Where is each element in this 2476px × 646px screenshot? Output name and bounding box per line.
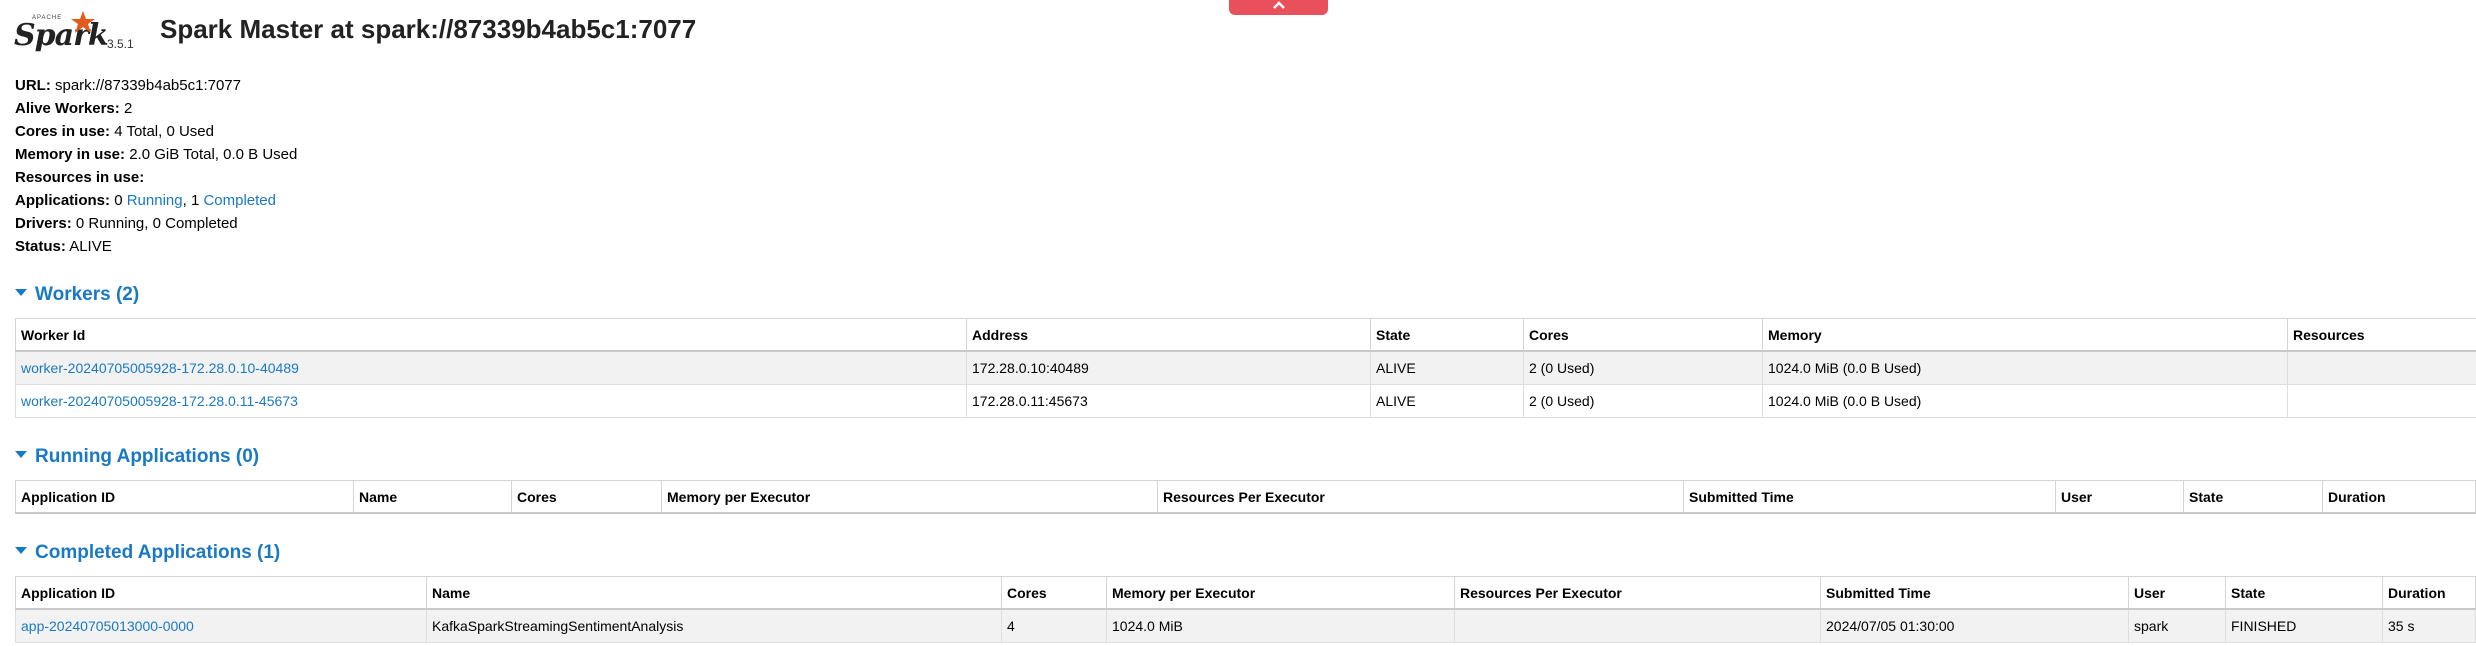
running-apps-section-toggle[interactable]: Running Applications (0) bbox=[15, 446, 259, 468]
workers-section-toggle[interactable]: Workers (2) bbox=[15, 284, 139, 306]
worker-memory: 1024.0 MiB (0.0 B Used) bbox=[1762, 350, 2288, 385]
worker-cores: 2 (0 Used) bbox=[1523, 384, 1763, 418]
column-header[interactable]: Duration bbox=[2382, 576, 2476, 610]
worker-address: 172.28.0.10:40489 bbox=[966, 350, 1371, 385]
column-header[interactable]: Name bbox=[426, 576, 1002, 610]
worker-state: ALIVE bbox=[1370, 350, 1524, 385]
table-header-row: Worker Id Address State Cores Memory Res… bbox=[15, 318, 2476, 352]
running-apps-heading: Running Applications (0) bbox=[35, 446, 260, 467]
column-header[interactable]: Worker Id bbox=[15, 318, 967, 352]
workers-table: Worker Id Address State Cores Memory Res… bbox=[15, 318, 2476, 418]
table-row: worker-20240705005928-172.28.0.10-40489 … bbox=[15, 350, 2476, 385]
column-header[interactable]: State bbox=[2183, 480, 2323, 514]
summary-memory: Memory in use: 2.0 GiB Total, 0.0 B Used bbox=[15, 146, 298, 163]
completed-apps-section-toggle[interactable]: Completed Applications (1) bbox=[15, 542, 280, 564]
column-header[interactable]: State bbox=[2225, 576, 2383, 610]
table-header-row: Application ID Name Cores Memory per Exe… bbox=[15, 480, 2476, 514]
column-header[interactable]: State bbox=[1370, 318, 1524, 352]
running-apps-table: Application ID Name Cores Memory per Exe… bbox=[15, 480, 2476, 514]
column-header[interactable]: Memory per Executor bbox=[661, 480, 1158, 514]
column-header[interactable]: User bbox=[2128, 576, 2226, 610]
app-memory-per-executor: 1024.0 MiB bbox=[1106, 608, 1455, 643]
column-header[interactable]: Memory per Executor bbox=[1106, 576, 1455, 610]
summary-cores: Cores in use: 4 Total, 0 Used bbox=[15, 123, 214, 140]
column-header[interactable]: Submitted Time bbox=[1820, 576, 2129, 610]
collapse-header-tab[interactable] bbox=[1229, 0, 1328, 15]
worker-cores: 2 (0 Used) bbox=[1523, 350, 1763, 385]
column-header[interactable]: Cores bbox=[1523, 318, 1763, 352]
column-header[interactable]: Cores bbox=[1001, 576, 1107, 610]
column-header[interactable]: Submitted Time bbox=[1683, 480, 2056, 514]
column-header[interactable]: Address bbox=[966, 318, 1371, 352]
running-apps-link[interactable]: Running bbox=[127, 192, 183, 209]
column-header[interactable]: User bbox=[2055, 480, 2184, 514]
column-header[interactable]: Cores bbox=[511, 480, 662, 514]
table-row: worker-20240705005928-172.28.0.11-45673 … bbox=[15, 384, 2476, 418]
column-header[interactable]: Resources Per Executor bbox=[1157, 480, 1684, 514]
column-header[interactable]: Application ID bbox=[15, 480, 354, 514]
workers-heading: Workers (2) bbox=[35, 284, 140, 305]
table-header-row: Application ID Name Cores Memory per Exe… bbox=[15, 576, 2476, 610]
summary-resources: Resources in use: bbox=[15, 169, 145, 186]
column-header[interactable]: Memory bbox=[1762, 318, 2288, 352]
app-name: KafkaSparkStreamingSentimentAnalysis bbox=[426, 608, 1002, 643]
summary-url: URL: spark://87339b4ab5c1:7077 bbox=[15, 77, 241, 94]
app-state: FINISHED bbox=[2225, 608, 2383, 643]
worker-address: 172.28.0.11:45673 bbox=[966, 384, 1371, 418]
completed-apps-link[interactable]: Completed bbox=[203, 192, 276, 209]
worker-id-link[interactable]: worker-20240705005928-172.28.0.10-40489 bbox=[21, 360, 299, 376]
app-user: spark bbox=[2128, 608, 2226, 643]
spark-version: 3.5.1 bbox=[107, 37, 134, 51]
caret-down-icon bbox=[15, 451, 27, 459]
application-id-link[interactable]: app-20240705013000-0000 bbox=[21, 618, 194, 634]
app-duration: 35 s bbox=[2382, 608, 2476, 643]
worker-memory: 1024.0 MiB (0.0 B Used) bbox=[1762, 384, 2288, 418]
table-row: app-20240705013000-0000 KafkaSparkStream… bbox=[15, 608, 2476, 643]
summary-drivers: Drivers: 0 Running, 0 Completed bbox=[15, 215, 238, 232]
summary-alive-workers: Alive Workers: 2 bbox=[15, 100, 133, 117]
caret-down-icon bbox=[15, 289, 27, 297]
spark-logo[interactable]: APACHE Spark bbox=[14, 8, 109, 58]
worker-state: ALIVE bbox=[1370, 384, 1524, 418]
chevron-up-icon bbox=[1273, 1, 1285, 9]
app-submitted-time: 2024/07/05 01:30:00 bbox=[1820, 608, 2129, 643]
worker-resources bbox=[2287, 350, 2476, 385]
column-header[interactable]: Application ID bbox=[15, 576, 427, 610]
column-header[interactable]: Name bbox=[353, 480, 512, 514]
completed-apps-heading: Completed Applications (1) bbox=[35, 542, 281, 563]
spark-star-icon bbox=[71, 11, 95, 33]
app-resources-per-executor bbox=[1454, 608, 1821, 643]
app-cores: 4 bbox=[1001, 608, 1107, 643]
summary-status: Status: ALIVE bbox=[15, 238, 112, 255]
page-title: Spark Master at spark://87339b4ab5c1:707… bbox=[160, 14, 697, 44]
column-header[interactable]: Resources bbox=[2287, 318, 2476, 352]
summary-applications: Applications: 0 Running, 1 Completed bbox=[15, 192, 276, 209]
column-header[interactable]: Resources Per Executor bbox=[1454, 576, 1821, 610]
page-header: APACHE Spark 3.5.1 Spark Master at spark… bbox=[14, 4, 914, 58]
column-header[interactable]: Duration bbox=[2322, 480, 2476, 514]
completed-apps-table: Application ID Name Cores Memory per Exe… bbox=[15, 576, 2476, 643]
master-summary: URL: spark://87339b4ab5c1:7077 Alive Wor… bbox=[15, 74, 297, 258]
worker-id-link[interactable]: worker-20240705005928-172.28.0.11-45673 bbox=[21, 393, 298, 409]
worker-resources bbox=[2287, 384, 2476, 418]
caret-down-icon bbox=[15, 547, 27, 555]
